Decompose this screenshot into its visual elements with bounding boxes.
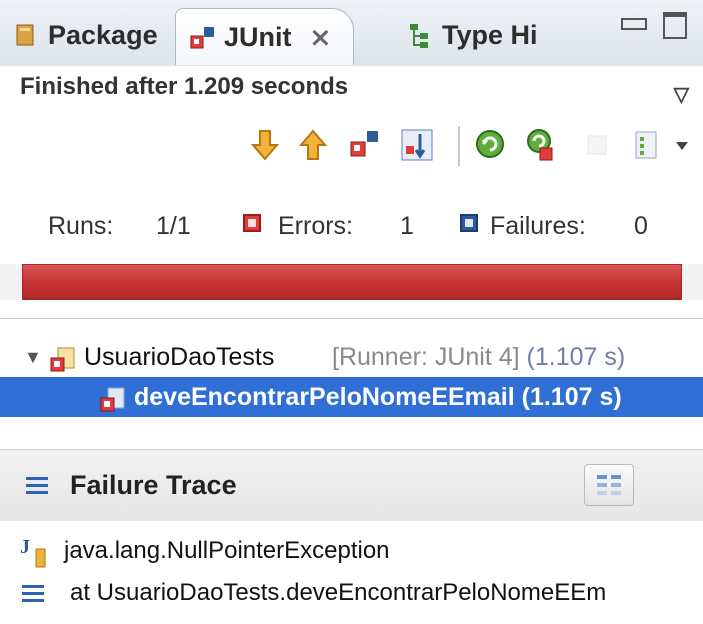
toolbar-separator xyxy=(458,126,460,166)
errors-label: Errors: xyxy=(278,212,353,240)
junit-toolbar xyxy=(0,108,703,178)
stop-icon xyxy=(587,135,607,155)
stack-frame-icon xyxy=(22,585,44,603)
test-suite-error-icon xyxy=(50,345,75,372)
failures-value: 0 xyxy=(634,212,648,240)
status-line: Finished after 1.209 seconds ▽ xyxy=(0,66,703,108)
close-tab-icon[interactable]: ⨯ xyxy=(310,22,332,53)
compare-results-button[interactable] xyxy=(584,464,634,506)
junit-view: Package JUnit ⨯ Type Hi Finished after 1… xyxy=(0,0,703,624)
errors-value: 1 xyxy=(400,212,414,240)
tree-row-suite[interactable]: ▼ UsuarioDaoTests [Runner: JUnit 4] (1.1… xyxy=(0,337,703,377)
view-tab-bar: Package JUnit ⨯ Type Hi xyxy=(0,0,703,67)
trace-line[interactable]: J java.lang.NullPointerException xyxy=(0,531,703,571)
progress-track xyxy=(22,264,682,300)
failure-trace-list: J java.lang.NullPointerException at Usua… xyxy=(0,521,703,624)
junit-icon xyxy=(190,25,214,49)
progress-spacer xyxy=(0,300,703,318)
failures-icon xyxy=(460,214,478,232)
runs-label: Runs: xyxy=(48,212,114,240)
test-name: deveEncontrarPeloNomeEEmail (1.107 s) xyxy=(134,383,622,411)
progress-bar xyxy=(22,264,682,300)
tab-junit[interactable]: JUnit ⨯ xyxy=(175,8,355,65)
failure-trace-title: Failure Trace xyxy=(70,470,237,500)
minimize-icon[interactable] xyxy=(621,18,647,30)
test-error-icon xyxy=(100,385,125,412)
package-explorer-icon xyxy=(14,23,38,47)
runs-value: 1/1 xyxy=(156,212,191,240)
svg-text:J: J xyxy=(20,536,30,558)
suite-name: UsuarioDaoTests xyxy=(84,343,275,371)
expand-twisty-icon[interactable]: ▼ xyxy=(24,337,42,377)
tab-package-label: Package xyxy=(48,19,158,50)
tab-junit-label: JUnit xyxy=(224,21,292,52)
rerun-test-icon[interactable] xyxy=(474,128,508,162)
suite-details: [Runner: JUnit 4] (1.107 s) xyxy=(332,337,625,377)
window-controls xyxy=(621,12,687,39)
failure-trace-header: Failure Trace xyxy=(0,449,703,522)
show-failures-only-icon[interactable] xyxy=(348,128,382,162)
compare-icon xyxy=(597,475,621,495)
tab-type-hierarchy-label: Type Hi xyxy=(442,19,538,50)
exception-icon: J xyxy=(20,536,46,568)
next-failure-icon[interactable] xyxy=(248,128,282,162)
type-hierarchy-icon xyxy=(408,23,432,48)
tab-type-hierarchy[interactable]: Type Hi xyxy=(408,6,538,64)
suite-runner: [Runner: JUnit 4] xyxy=(332,343,520,371)
view-menu-icon[interactable] xyxy=(670,128,694,162)
failures-label: Failures: xyxy=(490,212,586,240)
errors-icon xyxy=(243,214,261,232)
scroll-lock-icon[interactable] xyxy=(400,128,434,162)
rerun-failed-first-icon[interactable] xyxy=(524,128,558,162)
stack-trace-icon xyxy=(26,477,48,495)
maximize-icon[interactable] xyxy=(663,12,687,39)
test-counters: Runs: 1/1 Errors: 1 Failures: 0 xyxy=(0,178,703,264)
suite-time: (1.107 s) xyxy=(526,343,626,371)
trace-line[interactable]: at UsuarioDaoTests.deveEncontrarPeloNome… xyxy=(0,573,703,613)
previous-failure-icon[interactable] xyxy=(296,128,330,162)
status-text: Finished after 1.209 seconds xyxy=(20,73,349,100)
test-tree: ▼ UsuarioDaoTests [Runner: JUnit 4] (1.1… xyxy=(0,319,703,449)
exception-text: java.lang.NullPointerException xyxy=(64,537,390,564)
tree-row-test[interactable]: deveEncontrarPeloNomeEEmail (1.107 s) xyxy=(0,377,703,417)
stack-frame-text: at UsuarioDaoTests.deveEncontrarPeloNome… xyxy=(70,579,607,606)
tab-package[interactable]: Package xyxy=(14,6,158,64)
history-icon[interactable] xyxy=(630,128,664,162)
